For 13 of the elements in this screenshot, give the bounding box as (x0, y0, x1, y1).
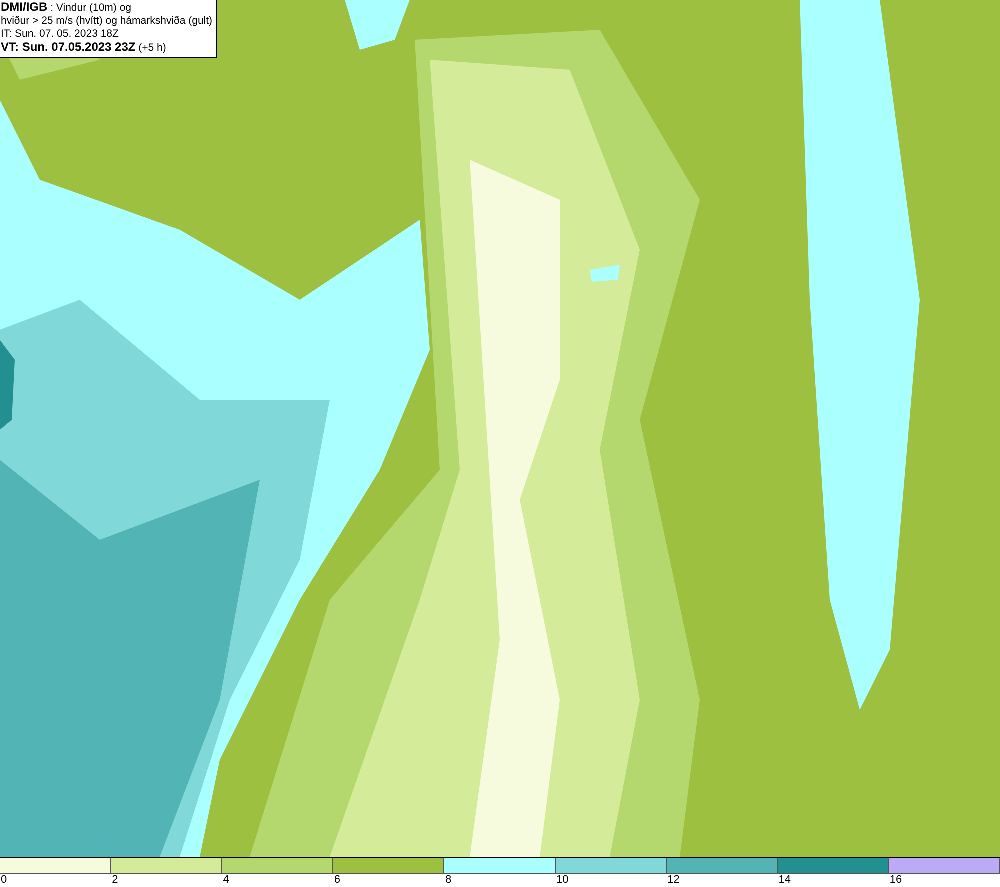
title-line: hviður > 25 m/s (hvítt) og hámarkshviða (gult) (1, 15, 213, 28)
legend-label: 6 (334, 874, 340, 886)
title-line: DMI/IGB : Vindur (10m) og (1, 1, 133, 15)
legend-label: 16 (890, 874, 902, 886)
legend-label: 0 (1, 874, 8, 886)
legend-label: 10 (556, 874, 569, 886)
legend-label: 4 (223, 874, 230, 886)
legend-label: 8 (445, 874, 452, 886)
legend-label: 14 (778, 874, 792, 886)
legend-label: 12 (668, 874, 680, 886)
legend-label: 2 (112, 874, 118, 886)
title-line: IT: Sun. 07. 05. 2023 18Z (1, 28, 120, 41)
title-line: VT: Sun. 07.05.2023 23Z (+5 h) (1, 41, 168, 55)
